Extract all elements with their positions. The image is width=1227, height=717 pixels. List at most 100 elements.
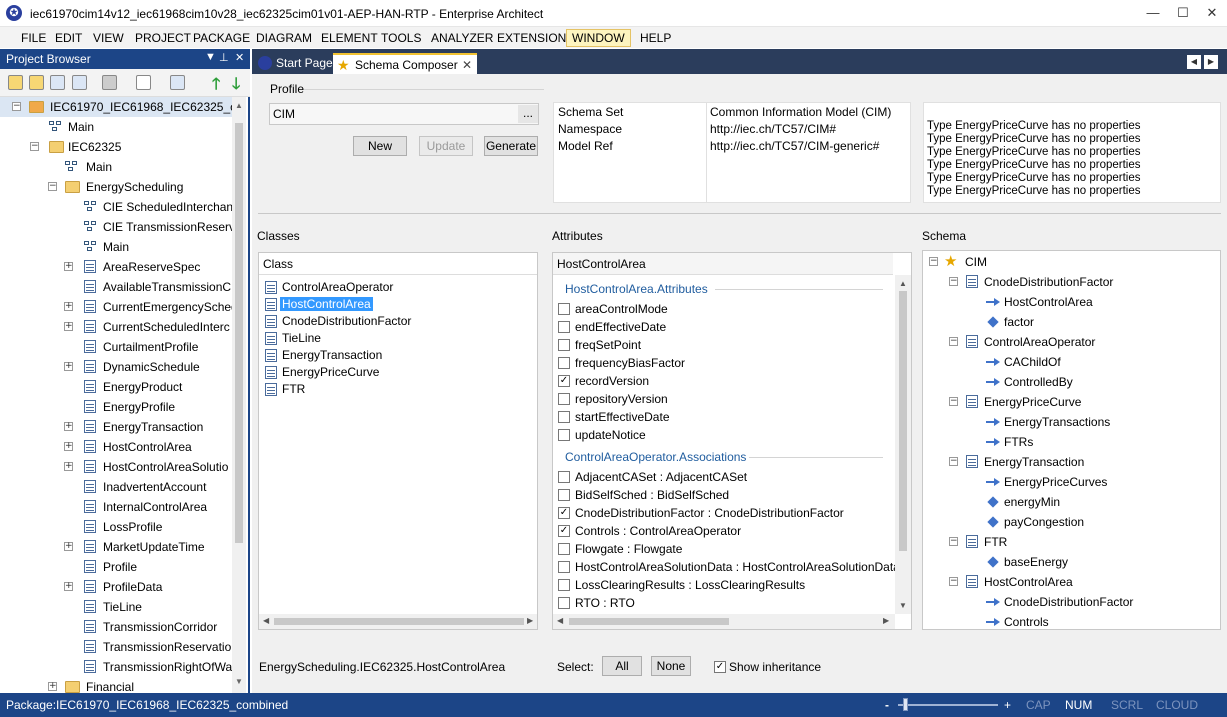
collapse-icon[interactable]: −	[949, 537, 958, 546]
menu-tools[interactable]: TOOLS	[376, 29, 426, 47]
pin-icon[interactable]: ⊥	[219, 51, 229, 64]
classes-hscroll[interactable]: ◀ ▶	[259, 614, 537, 629]
tree-item[interactable]: EnergyProduct	[0, 377, 232, 397]
move-up-icon[interactable]: 🡑	[212, 73, 220, 100]
menu-diagram[interactable]: DIAGRAM	[251, 29, 317, 47]
collapse-icon[interactable]: −	[12, 102, 21, 111]
zoom-out-icon[interactable]: -	[885, 698, 889, 712]
attribute-checkbox[interactable]	[558, 579, 570, 591]
profile-browse-button[interactable]: ...	[518, 105, 538, 123]
scroll-left-icon[interactable]: ◀	[557, 616, 563, 625]
schema-tree-item[interactable]: − HostControlArea	[923, 572, 1220, 592]
schema-tree-item[interactable]: HostControlArea	[923, 292, 1220, 312]
class-list-item[interactable]: EnergyTransaction	[259, 347, 537, 364]
dropdown-icon[interactable]: ▼	[205, 51, 216, 63]
collapse-icon[interactable]: −	[929, 257, 938, 266]
tree-item[interactable]: EnergyProfile	[0, 397, 232, 417]
edit-icon[interactable]	[136, 75, 151, 90]
class-list-item[interactable]: TieLine	[259, 330, 537, 347]
attribute-checkbox[interactable]	[558, 357, 570, 369]
tree-item[interactable]: TransmissionCorridor	[0, 617, 232, 637]
collapse-icon[interactable]: −	[48, 182, 57, 191]
new-package-icon[interactable]	[29, 75, 44, 90]
schema-tree-item[interactable]: − CnodeDistributionFactor	[923, 272, 1220, 292]
schema-tree-item[interactable]: FTRs	[923, 432, 1220, 452]
new-element-icon[interactable]	[72, 75, 87, 90]
attribute-checkbox[interactable]	[558, 561, 570, 573]
expand-icon[interactable]: +	[64, 422, 73, 431]
tree-item[interactable]: + CurrentScheduledInterc	[0, 317, 232, 337]
collapse-icon[interactable]: −	[949, 277, 958, 286]
collapse-icon[interactable]: −	[30, 142, 39, 151]
view-icon[interactable]	[170, 75, 185, 90]
schema-tree-item[interactable]: − FTR	[923, 532, 1220, 552]
attribute-checkbox[interactable]	[558, 471, 570, 483]
close-icon[interactable]: ✕	[1200, 4, 1224, 22]
tree-item[interactable]: + Financial	[0, 677, 232, 693]
collapse-icon[interactable]: −	[949, 397, 958, 406]
tree-item[interactable]: + ProfileData	[0, 577, 232, 597]
schema-tree-item[interactable]: payCongestion	[923, 512, 1220, 532]
attributes-list[interactable]: HostControlArea HostControlArea.Attribut…	[552, 252, 912, 630]
tree-item[interactable]: + MarketUpdateTime	[0, 537, 232, 557]
attribute-checkbox[interactable]	[558, 393, 570, 405]
attribute-checkbox[interactable]	[558, 411, 570, 423]
schema-tree[interactable]: − ★ CIM − CnodeDistributionFactor HostControl…	[922, 250, 1221, 630]
scroll-left-icon[interactable]: ◀	[263, 616, 269, 625]
class-list-item[interactable]: CnodeDistributionFactor	[259, 313, 537, 330]
scroll-thumb[interactable]	[899, 291, 907, 551]
generate-button[interactable]: Generate	[484, 136, 538, 156]
attribute-checkbox[interactable]: ✓	[558, 525, 570, 537]
expand-icon[interactable]: +	[64, 262, 73, 271]
menu-window[interactable]: WINDOW	[566, 29, 631, 47]
schema-tree-item[interactable]: EnergyTransactions	[923, 412, 1220, 432]
attribute-checkbox[interactable]	[558, 543, 570, 555]
tree-item[interactable]: Main	[0, 157, 232, 177]
show-inheritance-checkbox[interactable]: ✓	[714, 661, 726, 673]
attribute-checkbox[interactable]: ✓	[558, 375, 570, 387]
tree-item[interactable]: LossProfile	[0, 517, 232, 537]
schema-tree-item[interactable]: baseEnergy	[923, 552, 1220, 572]
attributes-column-header[interactable]: HostControlArea	[553, 253, 893, 275]
scroll-down-icon[interactable]: ▼	[235, 677, 243, 686]
tree-item[interactable]: Profile	[0, 557, 232, 577]
tree-item[interactable]: − IEC62325	[0, 137, 232, 157]
collapse-icon[interactable]: −	[949, 457, 958, 466]
tree-item[interactable]: CIE TransmissionReserva	[0, 217, 232, 237]
tree-item[interactable]: TransmissionReservation	[0, 637, 232, 657]
menu-edit[interactable]: EDIT	[50, 29, 87, 47]
expand-icon[interactable]: +	[64, 362, 73, 371]
scroll-right-icon[interactable]: ▶	[883, 616, 889, 625]
menu-file[interactable]: FILE	[16, 29, 51, 47]
tree-item[interactable]: − IEC61970_IEC61968_IEC62325_com	[0, 97, 232, 117]
tree-item[interactable]: + CurrentEmergencySched	[0, 297, 232, 317]
schema-tree-item[interactable]: factor	[923, 312, 1220, 332]
class-list-item[interactable]: FTR	[259, 381, 537, 398]
schema-tree-item[interactable]: CnodeDistributionFactor	[923, 592, 1220, 612]
select-all-button[interactable]: All	[602, 656, 642, 676]
tree-item[interactable]: Main	[0, 117, 232, 137]
attribute-checkbox[interactable]	[558, 339, 570, 351]
scroll-thumb[interactable]	[274, 618, 524, 625]
zoom-in-icon[interactable]: +	[1004, 698, 1011, 712]
close-pane-icon[interactable]: ✕	[235, 51, 244, 64]
tree-item[interactable]: TieLine	[0, 597, 232, 617]
find-icon[interactable]	[102, 75, 117, 90]
zoom-slider[interactable]	[898, 704, 998, 706]
attributes-vscroll[interactable]: ▲ ▼	[895, 275, 911, 614]
collapse-icon[interactable]: −	[949, 337, 958, 346]
schema-tree-item[interactable]: − EnergyPriceCurve	[923, 392, 1220, 412]
schema-tree-item[interactable]: CAChildOf	[923, 352, 1220, 372]
menu-view[interactable]: VIEW	[88, 29, 129, 47]
scroll-down-icon[interactable]: ▼	[899, 601, 907, 610]
tree-item[interactable]: TransmissionRightOfWa	[0, 657, 232, 677]
close-tab-icon[interactable]: ✕	[462, 55, 472, 76]
tab-start-page[interactable]: Start Page	[254, 53, 333, 74]
expand-icon[interactable]: +	[64, 302, 73, 311]
tab-schema-composer[interactable]: ★ Schema Composer ✕	[333, 53, 477, 74]
schema-tree-item[interactable]: − ★ CIM	[923, 252, 1220, 272]
attributes-hscroll[interactable]: ◀ ▶	[553, 614, 895, 629]
schema-tree-item[interactable]: ControlledBy	[923, 372, 1220, 392]
tree-item[interactable]: − EnergyScheduling	[0, 177, 232, 197]
tree-item[interactable]: InadvertentAccount	[0, 477, 232, 497]
